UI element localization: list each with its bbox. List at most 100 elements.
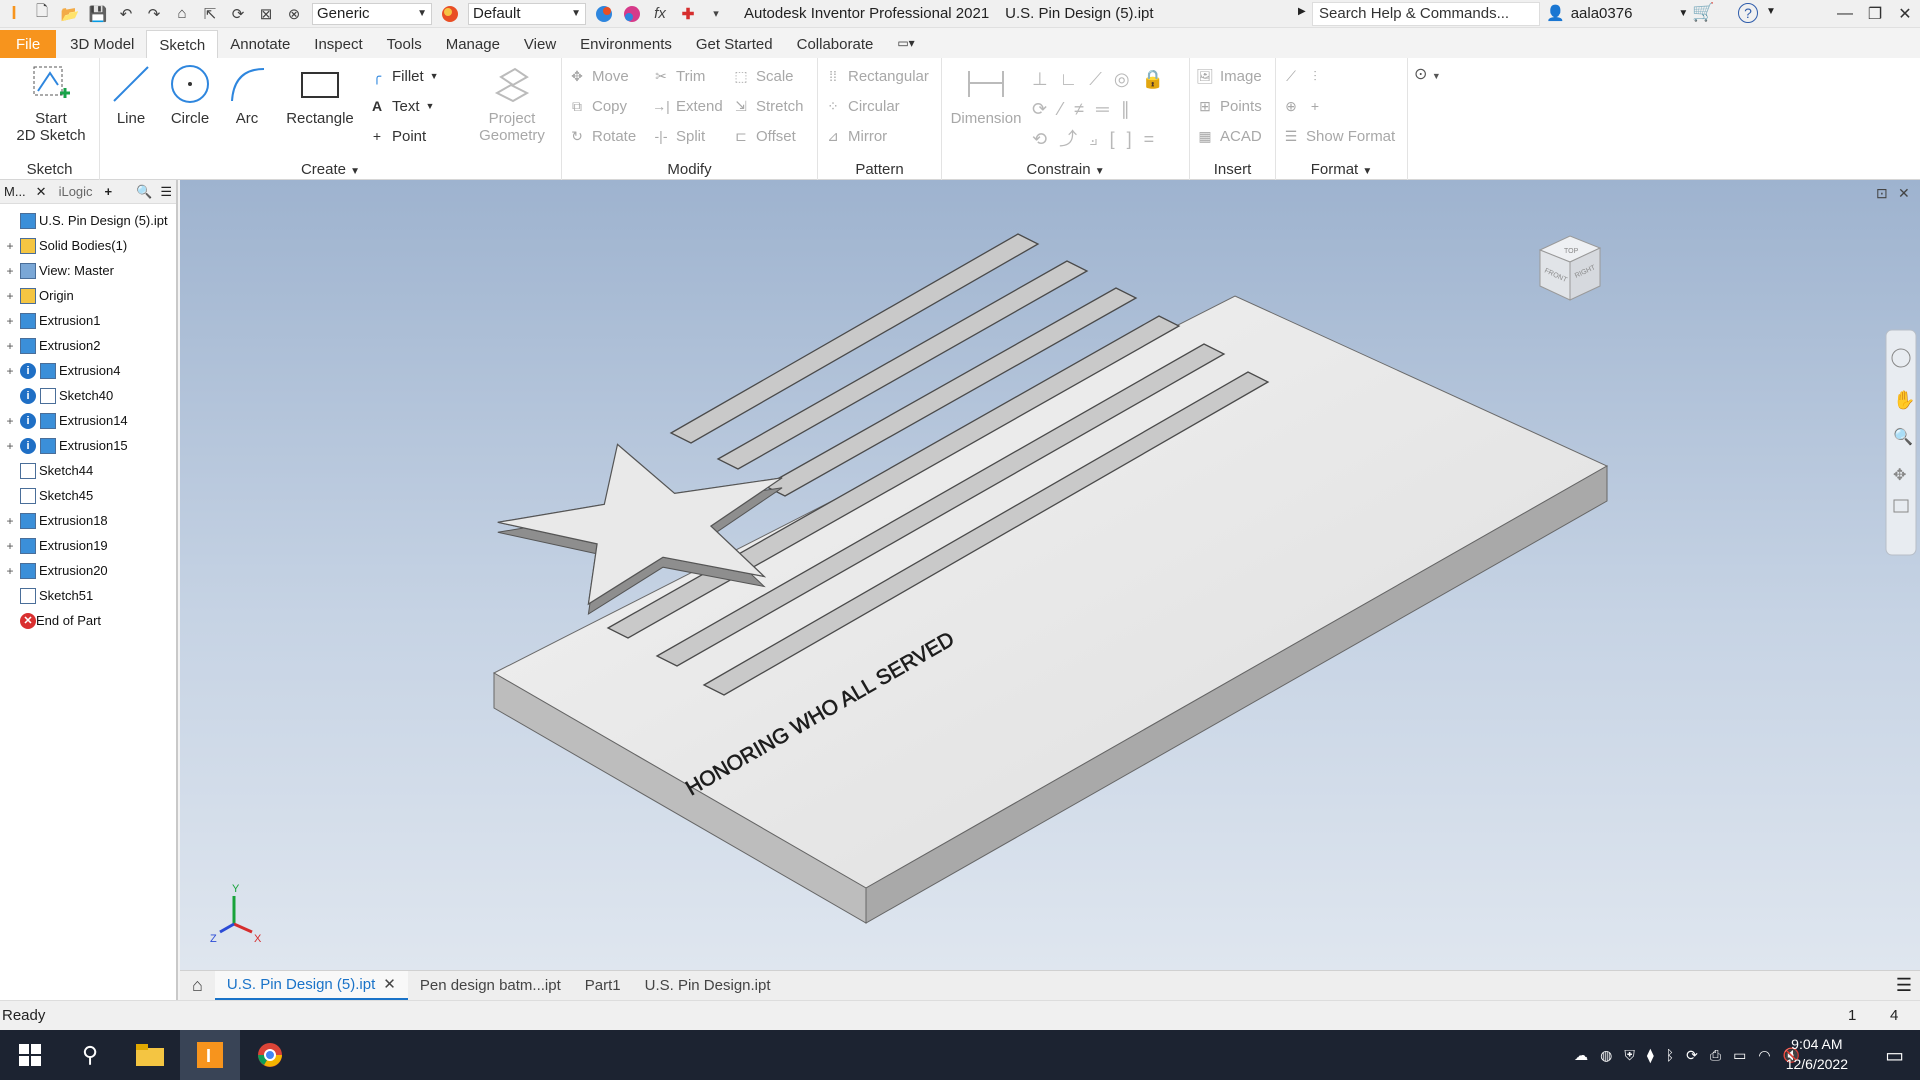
tab-view[interactable]: View [512, 30, 568, 58]
constrain-panel-label[interactable]: Constrain ▼ [942, 161, 1189, 178]
view-cube[interactable]: TOP FRONT RIGHT [1538, 235, 1602, 301]
close-window-button[interactable]: ✕ [1890, 2, 1920, 26]
browser-item[interactable]: U.S. Pin Design (5).ipt [0, 208, 176, 233]
rectangle-button[interactable]: Rectangle [280, 62, 360, 127]
dimension-button[interactable]: Dimension [946, 62, 1026, 127]
constraint-icons-grid[interactable]: ⊥∟⟋◎🔒 ⟳⁄≠═∥ ⟲⤴⟓[]= [1032, 64, 1182, 154]
adaptive-icon[interactable]: ⊗ [283, 3, 305, 25]
menu-icon[interactable]: ☰ [156, 184, 176, 200]
expand-icon[interactable]: + [4, 514, 16, 528]
browser-item[interactable]: Sketch44 [0, 458, 176, 483]
printer-icon[interactable]: ⎙ [1710, 1047, 1721, 1064]
expand-icon[interactable]: + [4, 314, 16, 328]
browser-item[interactable]: + Solid Bodies(1) [0, 233, 176, 258]
start-2d-sketch-button[interactable]: Start 2D Sketch [6, 62, 96, 144]
browser-item[interactable]: Sketch45 [0, 483, 176, 508]
tab-annotate[interactable]: Annotate [218, 30, 302, 58]
battery-icon[interactable]: ▭ [1733, 1047, 1746, 1064]
chevron-down-icon[interactable]: ▼ [1766, 6, 1776, 17]
file-explorer-icon[interactable] [120, 1030, 180, 1080]
browser-item[interactable]: + Extrusion1 [0, 308, 176, 333]
scale-button[interactable]: ⬚ Scale [732, 64, 793, 88]
menu-icon[interactable]: ☰ [1896, 975, 1920, 996]
search-expand-icon[interactable]: ▶ [1298, 6, 1306, 17]
pan-icon[interactable]: ✋ [1893, 389, 1915, 410]
add-tab-icon[interactable]: + [99, 184, 119, 199]
browser-item[interactable]: + i Extrusion4 [0, 358, 176, 383]
dropbox-icon[interactable]: ⧫ [1647, 1047, 1654, 1064]
appearance-ball-icon[interactable] [439, 3, 461, 25]
expand-icon[interactable]: + [4, 364, 16, 378]
browser-tab-ilogic[interactable]: iLogic [53, 184, 99, 199]
new-file-icon[interactable]: 🗋 [31, 3, 53, 25]
trim-button[interactable]: ✂ Trim [652, 64, 705, 88]
browser-item[interactable]: Sketch51 [0, 583, 176, 608]
show-format-button[interactable]: ☰ Show Format [1282, 124, 1395, 148]
close-view-icon[interactable]: ✕ [1898, 185, 1910, 201]
doc-tab-active[interactable]: U.S. Pin Design (5).ipt ✕ [214, 970, 408, 1001]
network-app-icon[interactable]: ◍ [1600, 1047, 1612, 1064]
tab-file[interactable]: File [0, 30, 57, 58]
doc-tab[interactable]: Pen design batm...ipt [408, 971, 573, 1001]
browser-item[interactable]: + View: Master [0, 258, 176, 283]
save-icon[interactable]: 💾 [87, 3, 109, 25]
search-icon[interactable]: 🔍 [132, 184, 156, 200]
rotate-button[interactable]: ↻ Rotate [568, 124, 636, 148]
expand-icon[interactable]: + [4, 239, 16, 253]
expand-icon[interactable]: + [4, 564, 16, 578]
maximize-view-icon[interactable]: ⊡ [1876, 185, 1888, 201]
split-button[interactable]: -|- Split [652, 124, 706, 148]
browser-item[interactable]: + i Extrusion14 [0, 408, 176, 433]
doc-tab[interactable]: Part1 [573, 971, 633, 1001]
select-filter-icon[interactable]: ⇱ [199, 3, 221, 25]
redo-icon[interactable]: ↷ [143, 3, 165, 25]
home-tab-icon[interactable]: ⌂ [180, 971, 215, 1001]
circular-pattern-button[interactable]: ⁘ Circular [824, 94, 900, 118]
doc-tab[interactable]: U.S. Pin Design.ipt [633, 971, 783, 1001]
tab-collaborate[interactable]: Collaborate [785, 30, 886, 58]
stretch-button[interactable]: ⇲ Stretch [732, 94, 803, 118]
open-file-icon[interactable]: 📂 [59, 3, 81, 25]
image-button[interactable]: 🖼 Image [1196, 64, 1262, 88]
construction-button[interactable]: ⟋ ⫶ [1282, 64, 1324, 88]
sync-icon[interactable]: ⟳ [1686, 1047, 1698, 1064]
browser-item[interactable]: + Extrusion2 [0, 333, 176, 358]
notifications-icon[interactable]: ▭ [1885, 1043, 1904, 1068]
text-button[interactable]: A Text ▼ [368, 94, 435, 118]
expand-icon[interactable]: + [4, 414, 16, 428]
tab-environments[interactable]: Environments [568, 30, 684, 58]
tab-sketch[interactable]: Sketch [146, 30, 219, 58]
bluetooth-icon[interactable]: ᛒ [1666, 1047, 1674, 1063]
move-button[interactable]: ✥ Move [568, 64, 629, 88]
extend-button[interactable]: →| Extend [652, 94, 723, 118]
expand-icon[interactable]: + [4, 339, 16, 353]
browser-item[interactable]: ✕ End of Part [0, 608, 176, 633]
browser-item[interactable]: + i Extrusion15 [0, 433, 176, 458]
format-panel-label[interactable]: Format ▼ [1276, 161, 1407, 178]
clear-appearance-icon[interactable] [621, 3, 643, 25]
browser-item[interactable]: + Extrusion18 [0, 508, 176, 533]
appearance-select[interactable]: Default ▼ [468, 2, 586, 25]
user-account[interactable]: 👤 aala0376 ▼ [1546, 4, 1688, 23]
arc-button[interactable]: Arc [222, 62, 272, 127]
project-geometry-button[interactable]: Project Geometry [470, 62, 554, 144]
search-icon[interactable]: ⚲ [60, 1030, 120, 1080]
point-button[interactable]: + Point [368, 124, 426, 148]
expand-icon[interactable]: + [4, 264, 16, 278]
center-point-button[interactable]: ⊕ + [1282, 94, 1324, 118]
home-icon[interactable]: ⌂ [171, 3, 193, 25]
close-icon[interactable]: ✕ [383, 975, 396, 993]
cart-icon[interactable]: 🛒 [1692, 2, 1714, 23]
wifi-icon[interactable]: ◠ [1758, 1047, 1770, 1064]
expand-icon[interactable]: + [4, 289, 16, 303]
create-panel-label[interactable]: Create ▼ [100, 161, 561, 178]
adjust-appearance-icon[interactable] [593, 3, 615, 25]
fillet-button[interactable]: ╭ Fillet ▼ [368, 64, 439, 88]
copy-button[interactable]: ⧉ Copy [568, 94, 627, 118]
offset-button[interactable]: ⊏ Offset [732, 124, 796, 148]
zoom-icon[interactable]: 🔍 [1893, 426, 1913, 446]
clock[interactable]: 9:04 AM 12/6/2022 [1786, 1034, 1848, 1074]
circle-button[interactable]: Circle [162, 62, 218, 127]
points-button[interactable]: ⊞ Points [1196, 94, 1262, 118]
add-icon[interactable]: ✚ [677, 3, 699, 25]
